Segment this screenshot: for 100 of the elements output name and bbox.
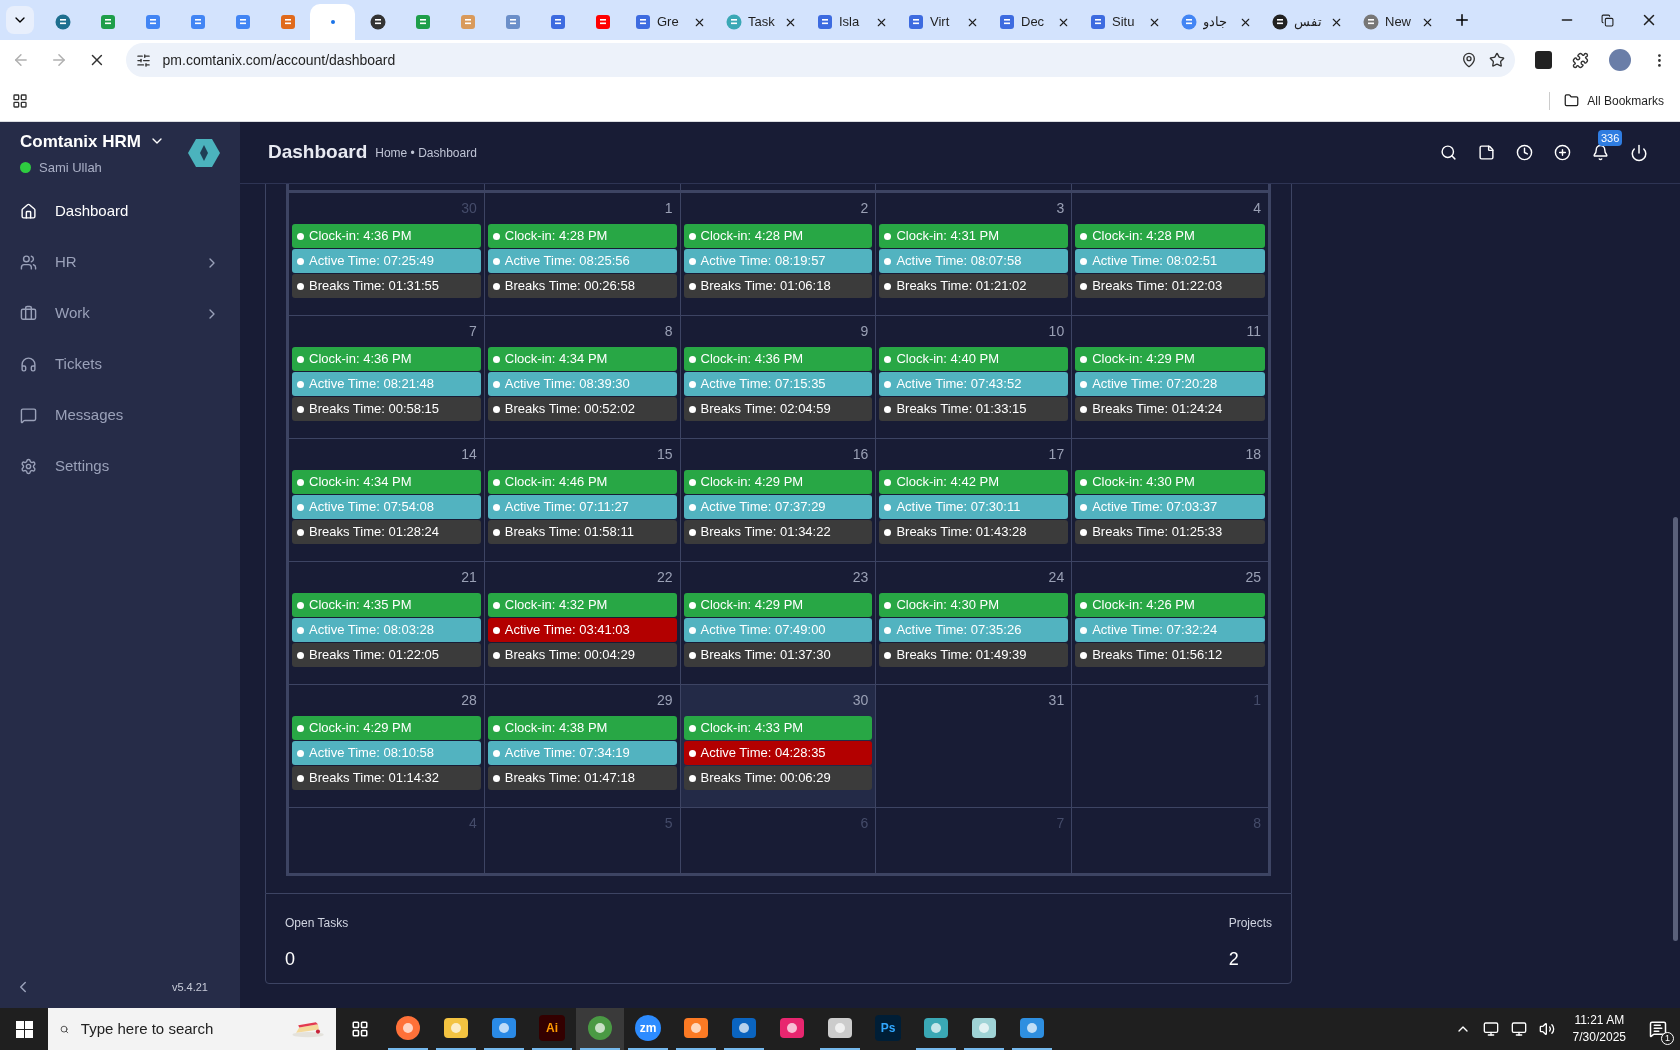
event-text: Clock-in: 4:40 PM bbox=[896, 350, 999, 369]
event-text: Breaks Time: 01:43:28 bbox=[896, 523, 1027, 542]
calendar-event[interactable]: Breaks Time: 01:47:18 bbox=[487, 766, 677, 790]
browser-tab[interactable]: Situ bbox=[1080, 4, 1171, 40]
browser-tab[interactable]: Task bbox=[716, 4, 807, 40]
browser-tab[interactable]: جادو bbox=[1171, 4, 1262, 40]
calendar-day[interactable]: 1 Clock-in: 4:28 PM Active Time: 08:25:56 Breaks Time: 00:26:58 bbox=[484, 193, 681, 315]
calendar-event[interactable]: Active Time: 04:28:35 bbox=[683, 741, 873, 765]
calendar-event[interactable]: Breaks Time: 01:14:32 bbox=[292, 766, 481, 790]
apps-icon[interactable] bbox=[12, 92, 28, 109]
calendar-event[interactable]: Breaks Time: 00:04:29 bbox=[487, 643, 677, 667]
extensions-icon[interactable] bbox=[1572, 51, 1590, 69]
calendar-event[interactable]: Breaks Time: 01:22:03 bbox=[1075, 274, 1265, 298]
calendar-event[interactable]: Breaks Time: 01:58:11 bbox=[487, 520, 677, 544]
browser-tab[interactable]: Dec bbox=[989, 4, 1080, 40]
search-input[interactable]: Type here to search bbox=[80, 1017, 280, 1041]
calendar-day[interactable]: 2 Clock-in: 4:28 PM Active Time: 08:19:57 Breaks Time: 01:06:18 bbox=[680, 193, 877, 315]
calendar-day[interactable]: 30 Clock-in: 4:33 PM Active Time: 04:28:35 Breaks Time: 00:06:29 bbox=[680, 685, 877, 807]
calendar-day[interactable]: 24 Clock-in: 4:30 PM Active Time: 07:35:26 Breaks Time: 01:49:39 bbox=[876, 562, 1073, 684]
volume-icon[interactable] bbox=[1538, 1021, 1555, 1037]
nav-item[interactable]: Tickets bbox=[0, 339, 240, 390]
notifications-icon[interactable] bbox=[1649, 1020, 1667, 1038]
task-view-icon[interactable] bbox=[351, 1020, 369, 1038]
calendar-event[interactable]: Breaks Time: 01:37:30 bbox=[683, 643, 873, 667]
calendar-event[interactable]: Breaks Time: 00:06:29 bbox=[683, 766, 873, 790]
calendar-event[interactable]: Breaks Time: 01:56:12 bbox=[1075, 643, 1265, 667]
display-icon[interactable] bbox=[1482, 1021, 1499, 1037]
new-tab-icon[interactable] bbox=[1453, 11, 1471, 29]
browser-tab[interactable]: تفس bbox=[1262, 4, 1353, 40]
calendar-day[interactable]: 29 Clock-in: 4:38 PM Active Time: 07:34:19 Breaks Time: 01:47:18 bbox=[484, 685, 681, 807]
event-text: Active Time: 08:39:30 bbox=[504, 375, 630, 394]
calendar-day[interactable]: 18 Clock-in: 4:30 PM Active Time: 07:03:37 Breaks Time: 01:25:33 bbox=[1072, 439, 1268, 561]
calendar-event[interactable]: Breaks Time: 02:04:59 bbox=[683, 397, 873, 421]
nav-item[interactable]: HR bbox=[0, 237, 240, 288]
site-info-icon[interactable] bbox=[135, 52, 151, 68]
calendar-event[interactable]: Breaks Time: 01:43:28 bbox=[879, 520, 1069, 544]
sticky-note-icon[interactable] bbox=[1478, 144, 1495, 161]
add-icon[interactable] bbox=[1554, 144, 1571, 161]
calendar-event[interactable]: Breaks Time: 01:49:39 bbox=[879, 643, 1069, 667]
calendar-event[interactable]: Breaks Time: 01:31:55 bbox=[292, 274, 481, 298]
location-icon[interactable] bbox=[1460, 52, 1477, 68]
calendar-day[interactable]: 4 Clock-in: 4:28 PM Active Time: 08:02:51 Breaks Time: 01:22:03 bbox=[1072, 193, 1268, 315]
windows-start-icon[interactable] bbox=[15, 1020, 33, 1038]
calendar-event[interactable]: Breaks Time: 01:06:18 bbox=[683, 274, 873, 298]
calendar-event[interactable]: Active Time: 03:41:03 bbox=[487, 618, 677, 642]
calendar-event[interactable]: Breaks Time: 00:52:02 bbox=[487, 397, 677, 421]
brand-menu[interactable]: Comtanix HRM bbox=[20, 128, 188, 154]
taskbar-app[interactable]: Ai bbox=[528, 1008, 576, 1050]
calendar-event[interactable]: Breaks Time: 01:25:33 bbox=[1075, 520, 1265, 544]
calendar-day[interactable]: 22 Clock-in: 4:32 PM Active Time: 03:41:03 Breaks Time: 00:04:29 bbox=[484, 562, 681, 684]
calendar-day[interactable]: 11 Clock-in: 4:29 PM Active Time: 07:20:28 Breaks Time: 01:24:24 bbox=[1072, 316, 1268, 438]
calendar-day[interactable]: 10 Clock-in: 4:40 PM Active Time: 07:43:52 Breaks Time: 01:33:15 bbox=[876, 316, 1073, 438]
calendar-day[interactable]: 3 Clock-in: 4:31 PM Active Time: 08:07:58 Breaks Time: 01:21:02 bbox=[876, 193, 1073, 315]
version-text: v5.4.21 bbox=[171, 979, 209, 995]
clock[interactable]: 11:21 AM 7/30/2025 bbox=[1562, 1012, 1636, 1046]
all-bookmarks-button[interactable]: All Bookmarks bbox=[1564, 91, 1668, 110]
nav-item[interactable]: Settings bbox=[0, 441, 240, 492]
logout-icon[interactable] bbox=[1630, 143, 1648, 162]
calendar-event[interactable]: Breaks Time: 00:58:15 bbox=[292, 397, 481, 421]
calendar-day[interactable]: 7 Clock-in: 4:36 PM Active Time: 08:21:48 Breaks Time: 00:58:15 bbox=[289, 316, 485, 438]
event-text: Clock-in: 4:34 PM bbox=[504, 350, 608, 369]
calendar-event[interactable]: Breaks Time: 01:28:24 bbox=[292, 520, 481, 544]
calendar-event[interactable]: Breaks Time: 01:34:22 bbox=[683, 520, 873, 544]
browser-tab[interactable]: Isla bbox=[807, 4, 898, 40]
taskbar-app[interactable]: Ps bbox=[864, 1008, 912, 1050]
extension-icon[interactable] bbox=[1534, 51, 1553, 69]
notifications-icon[interactable] bbox=[1592, 144, 1609, 161]
nav-item[interactable]: Work bbox=[0, 288, 240, 339]
avatar-icon[interactable] bbox=[1609, 49, 1632, 71]
browser-tab[interactable]: Virt bbox=[898, 4, 989, 40]
bookmark-star-icon[interactable] bbox=[1488, 52, 1505, 68]
calendar-event[interactable]: Breaks Time: 00:26:58 bbox=[487, 274, 677, 298]
calendar-day[interactable]: 25 Clock-in: 4:26 PM Active Time: 07:32:24 Breaks Time: 01:56:12 bbox=[1072, 562, 1268, 684]
calendar-day[interactable]: 28 Clock-in: 4:29 PM Active Time: 08:10:58 Breaks Time: 01:14:32 bbox=[289, 685, 485, 807]
calendar-day[interactable]: 8 Clock-in: 4:34 PM Active Time: 08:39:30 Breaks Time: 00:52:02 bbox=[484, 316, 681, 438]
nav-item[interactable]: Messages bbox=[0, 390, 240, 441]
calendar-event[interactable]: Breaks Time: 01:33:15 bbox=[879, 397, 1069, 421]
taskbar-search-field[interactable]: Type here to search bbox=[48, 1008, 336, 1050]
address-bar[interactable]: pm.comtanix.com/account/dashboard bbox=[125, 43, 1515, 77]
calendar-day[interactable]: 9 Clock-in: 4:36 PM Active Time: 07:15:35 Breaks Time: 02:04:59 bbox=[680, 316, 877, 438]
calendar-event[interactable]: Breaks Time: 01:24:24 bbox=[1075, 397, 1265, 421]
calendar-day[interactable]: 17 Clock-in: 4:42 PM Active Time: 07:30:11 Breaks Time: 01:43:28 bbox=[876, 439, 1073, 561]
network-icon[interactable] bbox=[1510, 1021, 1527, 1037]
calendar-day[interactable]: 15 Clock-in: 4:46 PM Active Time: 07:11:27 Breaks Time: 01:58:11 bbox=[484, 439, 681, 561]
taskbar-app[interactable] bbox=[576, 1008, 624, 1050]
calendar-event[interactable]: Breaks Time: 01:22:05 bbox=[292, 643, 481, 667]
search-icon[interactable] bbox=[1440, 144, 1457, 161]
restore-icon[interactable] bbox=[1601, 13, 1614, 27]
browser-tab[interactable]: Gre bbox=[625, 4, 716, 40]
calendar-day[interactable]: 14 Clock-in: 4:34 PM Active Time: 07:54:08 Breaks Time: 01:28:24 bbox=[289, 439, 485, 561]
calendar-day[interactable]: 21 Clock-in: 4:35 PM Active Time: 08:03:28 Breaks Time: 01:22:05 bbox=[289, 562, 485, 684]
event-text: Clock-in: 4:32 PM bbox=[504, 596, 608, 615]
calendar-event[interactable]: Breaks Time: 01:21:02 bbox=[879, 274, 1069, 298]
clock-icon[interactable] bbox=[1516, 144, 1533, 161]
calendar-day[interactable]: 16 Clock-in: 4:29 PM Active Time: 07:37:29 Breaks Time: 01:34:22 bbox=[680, 439, 877, 561]
calendar-day[interactable]: 23 Clock-in: 4:29 PM Active Time: 07:49:00 Breaks Time: 01:37:30 bbox=[680, 562, 877, 684]
calendar-day[interactable]: 31 bbox=[876, 685, 1073, 807]
browser-tab[interactable]: New bbox=[1353, 4, 1444, 40]
tab-search-button[interactable] bbox=[6, 6, 34, 34]
nav-item[interactable]: Dashboard bbox=[0, 186, 240, 237]
